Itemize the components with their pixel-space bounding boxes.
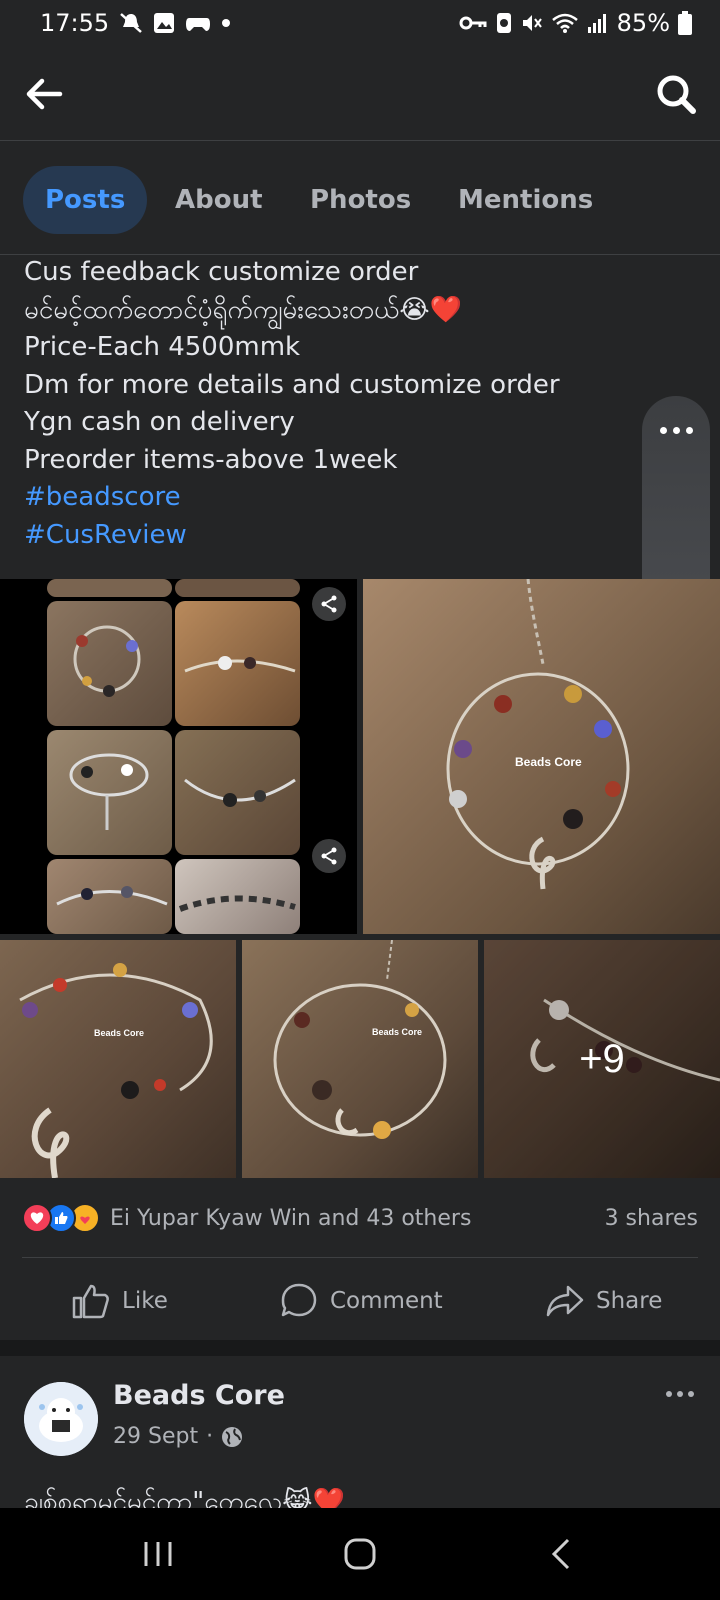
home-button[interactable] [340, 1536, 380, 1572]
post-action-bar: Like Comment Share [0, 1262, 720, 1340]
share-button[interactable]: Share [546, 1276, 662, 1326]
like-button[interactable]: Like [72, 1276, 168, 1326]
home-icon [344, 1538, 376, 1570]
collage-image [175, 579, 300, 597]
photo-watermark: Beads Core [515, 755, 582, 769]
collage-image [175, 730, 300, 855]
collage-image [175, 859, 300, 934]
post-photo[interactable]: Beads Core [0, 940, 236, 1178]
globe-icon [222, 1426, 243, 1447]
avatar[interactable] [24, 1382, 98, 1456]
post-line: မင်မင့်ထက်တောင်ပံ့ရိုက်ကျွမ်းသေးတယ်😭❤️ [24, 294, 463, 325]
post-separator [0, 1340, 720, 1356]
hashtag-link[interactable]: #CusReview [24, 517, 644, 555]
post-photo[interactable]: Beads Core [242, 940, 478, 1178]
search-button[interactable] [654, 72, 698, 116]
photo-watermark: Beads Core [94, 1028, 145, 1038]
post-meta: 29 Sept · [113, 1424, 243, 1449]
photo-watermark: Beads Core [372, 1027, 423, 1037]
battery-percent: 85% [616, 9, 670, 37]
post-photo[interactable]: +9 [484, 940, 720, 1178]
thumbs-up-icon [72, 1284, 109, 1319]
comment-icon [281, 1283, 317, 1317]
shares-count[interactable]: 3 shares [605, 1206, 698, 1231]
arrow-left-icon [26, 78, 63, 110]
more-icon[interactable] [642, 412, 710, 448]
page-name[interactable]: Beads Core [113, 1380, 285, 1411]
post-line: Dm for more details and customize order [24, 369, 560, 400]
share-icon[interactable] [312, 839, 346, 873]
back-nav-button[interactable] [542, 1536, 582, 1572]
dot-icon [221, 18, 231, 28]
reactions-summary[interactable]: Ei Yupar Kyaw Win and 43 others [110, 1206, 471, 1231]
mute-notification-icon [119, 12, 143, 34]
signal-icon [587, 12, 609, 34]
post-photo[interactable] [0, 579, 357, 934]
love-reaction-icon [22, 1203, 52, 1233]
key-icon [459, 14, 487, 32]
divider [22, 1257, 698, 1258]
hashtag-link[interactable]: #beadscore [24, 479, 644, 517]
recent-apps-button[interactable] [138, 1536, 178, 1572]
post-photo[interactable]: Beads Core [363, 579, 720, 934]
post-text: Cus feedback customize order မင်မင့်ထက်တ… [24, 254, 644, 554]
wifi-icon [551, 12, 579, 34]
collage-image [175, 601, 300, 726]
status-time: 17:55 [40, 9, 110, 37]
collage-image [47, 601, 172, 726]
more-photos-count[interactable]: +9 [484, 940, 720, 1178]
game-icon [185, 12, 211, 34]
post-line: Cus feedback customize order [24, 257, 419, 287]
post-line: Preorder items-above 1week [24, 444, 398, 475]
search-icon [657, 75, 696, 114]
tab-about[interactable]: About [175, 166, 263, 234]
post-line: Price-Each 4500mmk [24, 332, 301, 362]
recents-icon [144, 1542, 172, 1566]
reaction-icons [22, 1203, 100, 1233]
reactions-row: Ei Yupar Kyaw Win and 43 others 3 shares [22, 1194, 698, 1242]
status-bar: 17:55 85% [0, 0, 720, 46]
collage-image [47, 579, 172, 597]
collage-image [47, 859, 172, 934]
back-button[interactable] [22, 72, 66, 116]
comment-button[interactable]: Comment [280, 1276, 443, 1326]
volume-mute-icon [521, 12, 543, 34]
app-bar [0, 46, 720, 141]
meta-separator: · [206, 1424, 214, 1449]
share-arrow-icon [546, 1285, 584, 1317]
tab-photos[interactable]: Photos [310, 166, 411, 234]
chevron-left-icon [551, 1538, 570, 1570]
system-nav-bar [0, 1508, 720, 1600]
profile-tabs: Posts About Photos Mentions [0, 142, 720, 255]
more-options-icon[interactable] [660, 1382, 700, 1406]
post-line: Ygn cash on delivery [24, 407, 295, 437]
recycle-icon [495, 12, 513, 34]
share-icon[interactable] [312, 587, 346, 621]
battery-icon [678, 11, 692, 35]
tab-mentions[interactable]: Mentions [458, 166, 593, 234]
post-date[interactable]: 29 Sept [113, 1424, 198, 1449]
gallery-icon [153, 12, 175, 34]
collage-image [47, 730, 172, 855]
tab-posts[interactable]: Posts [23, 166, 148, 234]
